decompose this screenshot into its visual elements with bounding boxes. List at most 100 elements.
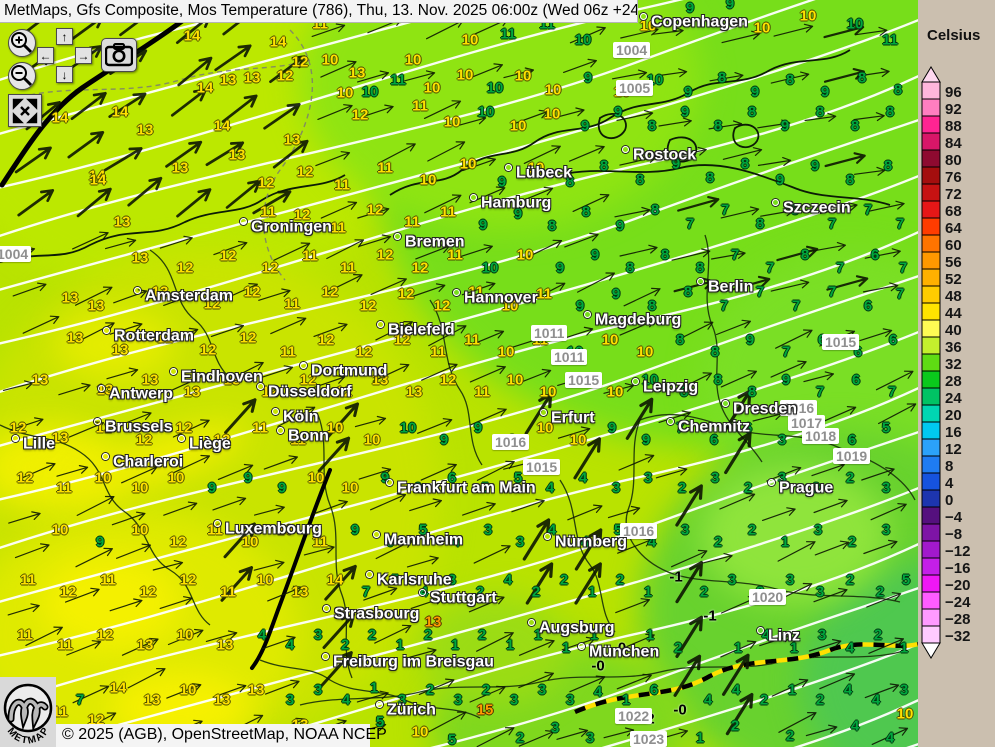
temp-value: 8	[636, 173, 644, 188]
temp-value: 2	[478, 628, 486, 643]
temp-value: 9	[642, 433, 650, 448]
legend-box	[922, 116, 940, 133]
temp-value: 11	[252, 421, 268, 436]
temp-value: 10	[308, 471, 325, 486]
temp-value: 4	[846, 641, 854, 656]
city-marker-icon	[697, 278, 704, 285]
temp-value: 1	[622, 693, 630, 708]
temp-value: 11	[882, 33, 898, 48]
temp-value: 1	[696, 731, 704, 746]
temp-value: 7	[828, 285, 836, 300]
fullscreen-button[interactable]	[8, 94, 42, 127]
weather-map[interactable]: 1414111013121011111010109910101011141414…	[0, 0, 918, 747]
city-marker-icon	[376, 701, 383, 708]
isobar-pressure-label: 1011	[551, 349, 587, 365]
metmaps-logo[interactable]: METMAPS	[0, 677, 56, 747]
city-marker-icon	[632, 378, 639, 385]
temp-value: 10	[424, 81, 441, 96]
temp-value: 3	[818, 628, 826, 643]
temp-value: 8	[714, 373, 722, 388]
legend-tick-label: 28	[945, 373, 962, 390]
city-name: Charleroi	[113, 453, 183, 470]
city-marker-icon	[772, 199, 779, 206]
legend-tick-label: 48	[945, 288, 962, 305]
city-marker-icon	[103, 327, 110, 334]
city-marker-icon	[419, 589, 426, 596]
temp-value: 2	[816, 693, 824, 708]
city-name: Szczecin	[783, 199, 851, 216]
city-name: Magdeburg	[595, 311, 681, 328]
city-label: München	[578, 643, 659, 661]
isobar-pressure-label: 1004	[0, 246, 31, 262]
legend-box	[922, 201, 940, 218]
temp-value: 1	[588, 585, 596, 600]
temp-value: 6	[852, 373, 860, 388]
snapshot-button[interactable]	[101, 38, 137, 72]
temp-value: 14	[214, 119, 231, 134]
temp-value: 12	[277, 69, 294, 84]
temp-value: 8	[548, 219, 556, 234]
zoom-out-button[interactable]	[8, 62, 36, 90]
city-marker-icon	[277, 427, 284, 434]
temp-value: 9	[608, 421, 616, 436]
temp-value: 7	[828, 217, 836, 232]
temp-value: 6	[848, 433, 856, 448]
temp-value: 1	[562, 641, 570, 656]
city-label: Berlin	[697, 278, 753, 296]
legend-box	[922, 405, 940, 422]
temp-value: 12	[434, 299, 451, 314]
temp-value: 14	[184, 29, 201, 44]
legend-tick-label: 36	[945, 339, 962, 356]
isobar-pressure-label: 1011	[531, 325, 567, 341]
city-label: Zürich	[376, 701, 436, 719]
temp-value: 4	[704, 693, 712, 708]
legend-tick-label: 16	[945, 424, 962, 441]
city-label: Erfurt	[540, 409, 595, 427]
temp-value: 7	[792, 299, 800, 314]
temp-value: 12	[140, 585, 157, 600]
temp-value: 8	[748, 105, 756, 120]
city-label: Bonn	[277, 427, 329, 445]
temp-value: 15	[477, 703, 494, 718]
city-name: Groningen	[251, 218, 332, 235]
temp-value: 5	[902, 573, 910, 588]
temp-value: 4	[594, 685, 602, 700]
legend-box	[922, 337, 940, 354]
zoom-in-button[interactable]	[8, 29, 36, 57]
city-label: Stuttgart	[419, 589, 497, 607]
temp-value: 2	[846, 573, 854, 588]
temp-value: 13	[220, 73, 237, 88]
temp-value: 10	[847, 17, 864, 32]
temp-value: 12	[170, 535, 187, 550]
temp-value: 10	[897, 707, 914, 722]
isobar-pressure-label: 1016	[492, 434, 529, 450]
temp-value: 10	[364, 433, 381, 448]
city-marker-icon	[540, 409, 547, 416]
temp-value: 14	[90, 173, 107, 188]
city-label: Köln	[272, 408, 319, 426]
temp-value: 12	[176, 421, 193, 436]
temp-value: 7	[896, 217, 904, 232]
temp-value: 3	[516, 535, 524, 550]
legend-box	[922, 422, 940, 439]
temp-value: 6	[889, 333, 897, 348]
legend-tick-label: 0	[945, 492, 953, 509]
city-label: Lübeck	[505, 164, 572, 182]
city-marker-icon	[505, 164, 512, 171]
temp-value: 11	[390, 73, 406, 88]
temp-value: 12	[17, 471, 34, 486]
temp-value: 7	[721, 203, 729, 218]
scale-bottom-arrow	[922, 643, 940, 658]
temp-value: 3	[882, 523, 890, 538]
pan-up-button[interactable]: ↑	[56, 28, 73, 45]
isobar-pressure-label: 1023	[630, 731, 667, 747]
temp-value: 7	[864, 203, 872, 218]
temp-value: 7	[76, 693, 84, 708]
temp-value: 10	[462, 33, 479, 48]
pan-left-button[interactable]: ←	[37, 47, 54, 64]
temp-value: 2	[848, 535, 856, 550]
temp-value: 1	[646, 628, 654, 643]
pan-right-button[interactable]: →	[75, 47, 92, 64]
temp-value: 8	[851, 119, 859, 134]
pan-down-button[interactable]: ↓	[56, 66, 73, 83]
